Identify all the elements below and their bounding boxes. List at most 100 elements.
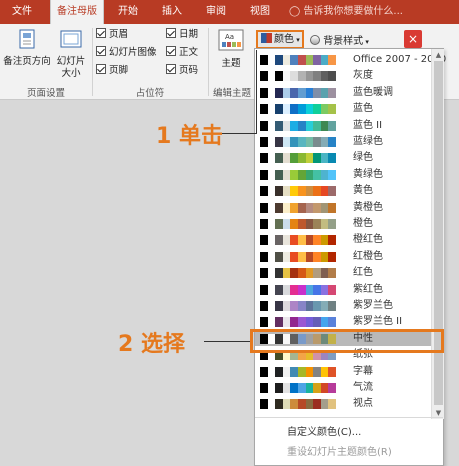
color-swatch <box>282 284 291 295</box>
color-scheme-item[interactable]: 蓝色 <box>255 100 431 116</box>
color-scheme-item[interactable]: 视点 <box>255 395 431 411</box>
color-swatch <box>290 87 298 98</box>
color-swatch <box>297 301 306 311</box>
tab-review[interactable]: 审阅 <box>196 0 236 24</box>
color-swatch <box>313 71 321 82</box>
checkbox-checked-icon <box>166 64 176 74</box>
color-swatch <box>328 186 336 197</box>
color-swatch <box>260 219 268 229</box>
color-swatch <box>305 366 314 377</box>
color-swatch <box>267 235 276 246</box>
color-swatch <box>290 317 298 328</box>
color-scheme-item[interactable]: 黄绿色 <box>255 166 431 182</box>
page-number-checkbox[interactable]: 页码 <box>166 64 198 78</box>
color-swatch <box>275 137 283 147</box>
color-swatch <box>282 251 291 262</box>
color-swatch <box>282 366 291 377</box>
menu-divider <box>255 417 443 418</box>
slide-image-checkbox[interactable]: 幻灯片图像 <box>96 46 157 60</box>
scroll-up-icon[interactable]: ▲ <box>432 49 445 61</box>
color-swatch <box>260 251 268 262</box>
color-scheme-item[interactable]: 橙色 <box>255 215 431 231</box>
color-scheme-item[interactable]: Office 2007 - 2010 <box>255 51 446 67</box>
color-scheme-name: 绿色 <box>353 152 373 164</box>
color-swatch <box>328 87 336 98</box>
slide-size-label: 幻灯片大小 <box>56 56 86 79</box>
color-swatch <box>260 104 268 115</box>
color-swatch <box>320 301 329 311</box>
color-swatch <box>275 301 283 311</box>
color-swatch <box>260 87 268 98</box>
color-swatch <box>275 235 283 246</box>
color-scheme-item[interactable]: 红色 <box>255 264 431 280</box>
color-swatch <box>313 399 321 410</box>
color-swatch-strip <box>260 399 336 410</box>
color-swatch <box>290 202 298 213</box>
color-swatch <box>297 399 306 410</box>
selection-highlight-box <box>250 329 444 353</box>
color-scheme-item[interactable]: 紫罗兰色 <box>255 297 431 313</box>
color-swatch-strip <box>260 71 336 82</box>
colors-button[interactable]: 颜色 ▾ <box>256 30 304 49</box>
color-swatch <box>282 71 291 82</box>
color-swatch <box>313 153 321 164</box>
color-swatch <box>313 219 321 229</box>
tab-file[interactable]: 文件 <box>0 0 44 24</box>
color-swatch <box>275 251 283 262</box>
color-scheme-item[interactable]: 红橙色 <box>255 248 431 264</box>
annotation-step2: 2 选择 <box>118 332 185 357</box>
header-checkbox[interactable]: 页眉 <box>96 28 128 42</box>
color-scheme-item[interactable]: 气流 <box>255 379 431 395</box>
color-scheme-item[interactable]: 黄色 <box>255 182 431 198</box>
color-swatch <box>275 268 283 279</box>
color-scheme-item[interactable]: 灰度 <box>255 67 431 83</box>
notes-orientation-button[interactable]: 备注页方向 <box>2 28 52 68</box>
color-swatch <box>328 301 336 311</box>
theme-button[interactable]: Aa 主题 <box>212 28 250 70</box>
checkbox-checked-icon <box>96 28 106 38</box>
slide-size-button[interactable]: 幻灯片大小 <box>54 28 88 80</box>
color-scheme-item[interactable]: 紫红色 <box>255 281 431 297</box>
color-swatch <box>290 186 298 197</box>
color-scheme-item[interactable]: 黄橙色 <box>255 199 431 215</box>
color-swatch <box>320 186 329 197</box>
color-swatch-strip <box>260 251 336 262</box>
color-scheme-item[interactable]: 橙红色 <box>255 231 431 247</box>
color-swatch-strip <box>260 120 336 131</box>
color-swatch <box>260 268 268 279</box>
color-scheme-item[interactable]: 蓝色暖调 <box>255 84 431 100</box>
tab-notes-master[interactable]: 备注母版 <box>50 0 104 24</box>
color-swatch <box>297 284 306 295</box>
date-checkbox[interactable]: 日期 <box>166 28 198 42</box>
color-swatch <box>328 137 336 147</box>
color-swatch <box>282 120 291 131</box>
color-swatch <box>275 153 283 164</box>
header-checkbox-label: 页眉 <box>109 29 129 40</box>
close-master-view-button[interactable]: × <box>404 30 422 48</box>
color-swatch <box>297 120 306 131</box>
scroll-thumb[interactable] <box>434 61 443 405</box>
color-swatch <box>260 399 268 410</box>
tab-insert[interactable]: 插入 <box>152 0 192 24</box>
tab-view[interactable]: 视图 <box>240 0 280 24</box>
body-checkbox[interactable]: 正文 <box>166 46 198 60</box>
background-styles-button[interactable]: 背景样式 ▾ <box>310 32 369 47</box>
color-swatch <box>313 235 321 246</box>
tell-me-box[interactable]: ◯ 告诉我你想要做什么... <box>289 0 403 24</box>
color-swatch <box>313 366 321 377</box>
color-swatch-strip <box>260 169 336 180</box>
color-scheme-item[interactable]: 绿色 <box>255 149 431 165</box>
tab-home[interactable]: 开始 <box>108 0 148 24</box>
color-scheme-item[interactable]: 字幕 <box>255 363 431 379</box>
scrollbar[interactable]: ▲ ▼ <box>431 49 444 419</box>
color-swatch-strip <box>260 284 336 295</box>
color-scheme-item[interactable]: 蓝色 II <box>255 117 431 133</box>
color-scheme-item[interactable]: 紫罗兰色 II <box>255 313 431 329</box>
footer-checkbox[interactable]: 页脚 <box>96 64 128 78</box>
customize-colors-item[interactable]: 自定义颜色(C)... <box>287 423 361 438</box>
color-swatch <box>290 137 298 147</box>
color-swatch <box>260 186 268 197</box>
color-swatch <box>282 169 291 180</box>
reset-theme-colors-item[interactable]: 重设幻灯片主题颜色(R) <box>287 443 392 458</box>
color-scheme-item[interactable]: 蓝绿色 <box>255 133 431 149</box>
